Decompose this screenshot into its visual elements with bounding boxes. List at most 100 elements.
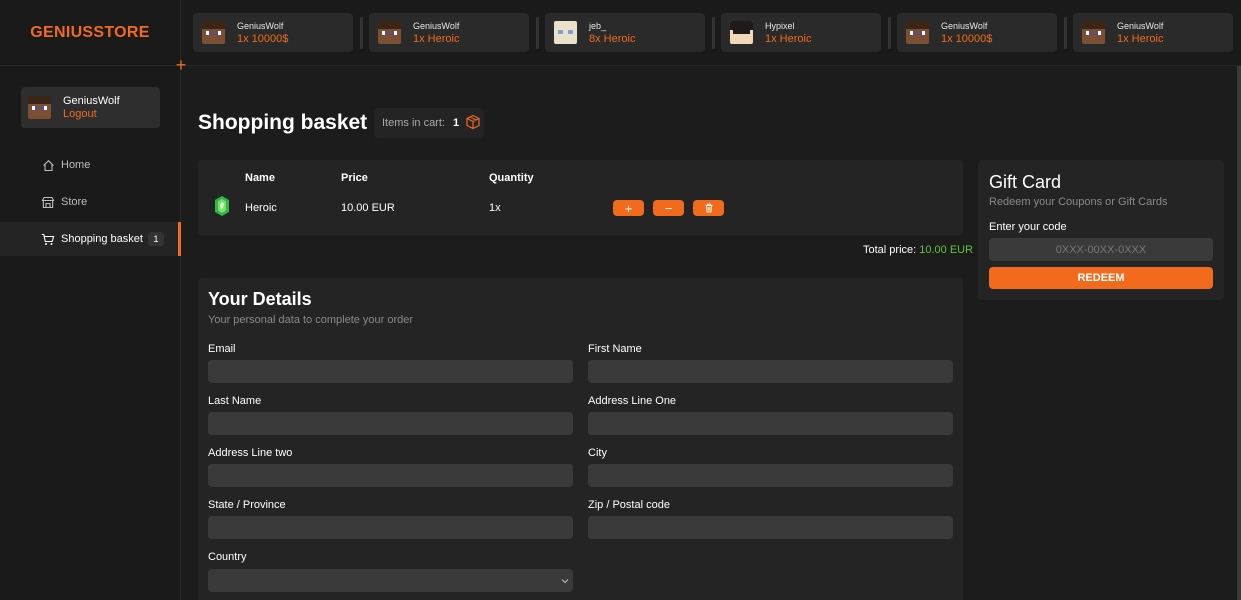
player-name: GeniusWolf <box>237 20 284 31</box>
plus-icon: + <box>624 200 633 216</box>
player-name: jeb_ <box>589 20 607 31</box>
country-label: Country <box>208 551 247 563</box>
trash-icon <box>704 201 714 216</box>
player-name: Hypixel <box>765 20 795 31</box>
player-avatar <box>730 21 753 44</box>
sidebar-item-home[interactable]: Home <box>0 148 181 182</box>
divider <box>536 17 539 49</box>
recent-purchase-card[interactable]: GeniusWolf 1x 10000$ <box>897 13 1057 52</box>
total-price: Total price: 10.00 EUR <box>863 244 973 256</box>
basket-item-price: 10.00 EUR <box>341 202 395 214</box>
purchase-item: 1x Heroic <box>1117 32 1164 45</box>
recent-purchase-card[interactable]: GeniusWolf 1x Heroic <box>1073 13 1233 52</box>
zip-postal-code-field[interactable] <box>588 516 953 539</box>
last-name-label: Last Name <box>208 395 262 407</box>
recent-purchase-card[interactable]: GeniusWolf 1x Heroic <box>369 13 529 52</box>
user-card: GeniusWolf Logout <box>21 87 160 128</box>
purchase-item: 1x 10000$ <box>237 32 289 45</box>
last-name-field[interactable] <box>208 412 573 435</box>
first-name-label: First Name <box>588 343 642 355</box>
player-name: GeniusWolf <box>941 20 988 31</box>
gift-card-panel: Gift Card Redeem your Coupons or Gift Ca… <box>978 160 1224 300</box>
recent-purchases-bar: GeniusWolf 1x 10000$ GeniusWolf 1x Heroic … <box>181 0 1241 66</box>
address-line-two-label: Address Line two <box>208 447 293 459</box>
sidebar-item-label: Shopping basket <box>61 233 143 245</box>
column-header-quantity: Quantity <box>489 172 534 184</box>
store-icon <box>41 195 55 209</box>
decrease-quantity-button[interactable]: − <box>653 200 684 216</box>
page-scrollbar[interactable] <box>1237 66 1241 600</box>
basket-item-name: Heroic <box>245 202 277 214</box>
player-name: GeniusWolf <box>1117 20 1164 31</box>
basket-table: Name Price Quantity Heroic 10.00 EUR 1x … <box>198 160 963 235</box>
sidebar-item-store[interactable]: Store <box>0 185 181 219</box>
email-label: Email <box>208 343 236 355</box>
email-field[interactable] <box>208 360 573 383</box>
cart-badge: 1 <box>148 232 164 246</box>
total-price-label: Total price: <box>863 244 917 256</box>
address-line-one-field[interactable] <box>588 412 953 435</box>
gift-card-subtitle: Redeem your Coupons or Gift Cards <box>989 196 1168 208</box>
chevron-down-icon <box>561 575 569 587</box>
minus-icon: − <box>664 200 673 216</box>
player-avatar <box>906 21 929 44</box>
box-icon <box>465 114 481 133</box>
store-logo[interactable]: GENIUSSTORE <box>0 0 180 66</box>
city-field[interactable] <box>588 464 953 487</box>
player-avatar <box>554 21 577 44</box>
home-icon <box>41 158 55 172</box>
page-title: Shopping basket <box>198 111 368 134</box>
state-province-label: State / Province <box>208 499 286 511</box>
purchase-item: 1x 10000$ <box>941 32 993 45</box>
sidebar-nav: Home Store Shopping basket 1 <box>0 148 181 259</box>
user-name: GeniusWolf <box>63 94 120 107</box>
divider <box>888 17 891 49</box>
items-in-cart-indicator: Items in cart: 1 <box>374 108 484 138</box>
recent-purchase-card[interactable]: Hypixel 1x Heroic <box>721 13 881 52</box>
state-province-field[interactable] <box>208 516 573 539</box>
column-header-price: Price <box>341 172 368 184</box>
gift-code-input[interactable]: 0XXX-00XX-0XXX <box>989 238 1213 261</box>
country-select[interactable] <box>208 569 573 592</box>
logout-link[interactable]: Logout <box>63 108 120 121</box>
player-avatar <box>378 21 401 44</box>
player-name: GeniusWolf <box>413 20 460 31</box>
address-line-two-field[interactable] <box>208 464 573 487</box>
sidebar-item-label: Store <box>61 196 88 208</box>
items-in-cart-count: 1 <box>452 117 460 129</box>
purchase-item: 1x Heroic <box>765 32 812 45</box>
items-in-cart-label: Items in cart: <box>382 117 445 129</box>
first-name-field[interactable] <box>588 360 953 383</box>
purchase-item: 8x Heroic <box>589 32 636 45</box>
total-price-value: 10.00 EUR <box>919 244 974 256</box>
plus-icon: + <box>175 55 187 75</box>
player-avatar <box>1082 21 1105 44</box>
divider <box>712 17 715 49</box>
details-title: Your Details <box>208 289 312 309</box>
user-avatar <box>28 96 51 119</box>
details-form: Your Details Your personal data to compl… <box>198 278 963 600</box>
details-subtitle: Your personal data to complete your orde… <box>208 314 414 326</box>
player-avatar <box>202 21 225 44</box>
recent-purchase-card[interactable]: GeniusWolf 1x 10000$ <box>193 13 353 52</box>
increase-quantity-button[interactable]: + <box>613 200 644 216</box>
recent-purchase-card[interactable]: jeb_ 8x Heroic <box>545 13 705 52</box>
sidebar-item-label: Home <box>61 159 91 171</box>
sidebar: GENIUSSTORE GeniusWolf Logout Home Store… <box>0 0 181 600</box>
gift-card-title: Gift Card <box>989 172 1062 192</box>
redeem-button[interactable]: REDEEM <box>989 267 1213 289</box>
remove-item-button[interactable] <box>693 200 724 216</box>
scrollbar-thumb[interactable] <box>1237 66 1241 600</box>
cart-icon <box>41 232 55 246</box>
sidebar-item-shopping-basket[interactable]: Shopping basket 1 <box>0 222 181 256</box>
zip-postal-code-label: Zip / Postal code <box>588 499 670 511</box>
purchase-item: 1x Heroic <box>413 32 460 45</box>
city-label: City <box>588 447 607 459</box>
gift-code-label: Enter your code <box>989 221 1067 233</box>
address-line-one-label: Address Line One <box>588 395 677 407</box>
divider <box>360 17 363 49</box>
column-header-name: Name <box>245 172 275 184</box>
emerald-gem-icon <box>215 196 229 216</box>
divider <box>1064 17 1067 49</box>
basket-item-quantity: 1x <box>489 202 501 214</box>
